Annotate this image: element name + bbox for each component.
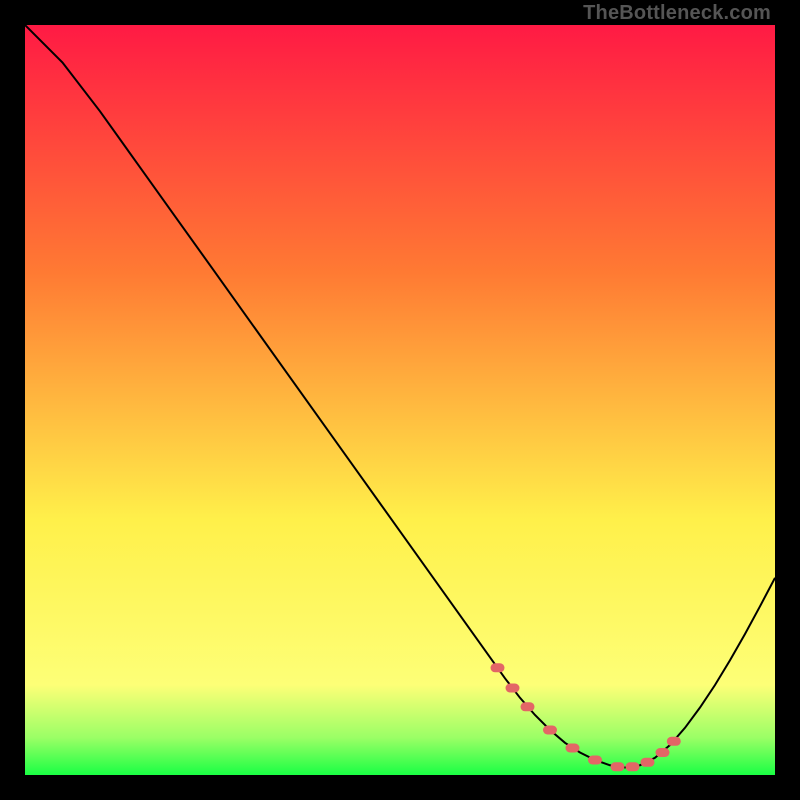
watermark-text: TheBottleneck.com [583,2,771,25]
optimal-dot [656,748,670,757]
optimal-dot [506,684,520,693]
optimal-dot [588,756,602,765]
chart-frame: TheBottleneck.com [0,0,800,800]
optimal-dot [626,762,640,771]
optimal-dot [667,737,681,746]
optimal-dot [566,744,580,753]
optimal-dot [611,762,625,771]
optimal-dot [543,726,557,735]
optimal-dot [491,663,505,672]
optimal-dot [641,758,655,767]
optimal-dot [521,702,535,711]
gradient-background [25,25,775,775]
chart-plot-area [25,25,775,775]
